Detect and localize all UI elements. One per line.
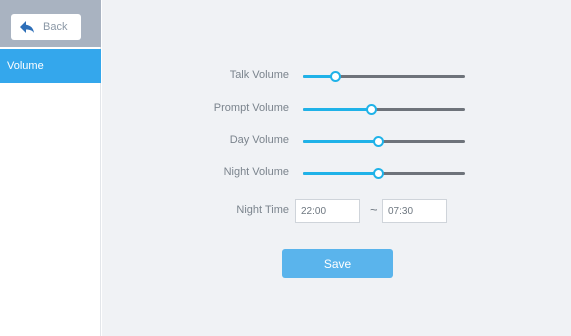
prompt-volume-slider[interactable]: [303, 104, 465, 115]
night-volume-thumb[interactable]: [372, 168, 384, 179]
day-volume-slider[interactable]: [303, 136, 465, 147]
sidebar-item-volume[interactable]: Volume: [0, 49, 101, 83]
talk-volume-label: Talk Volume: [229, 69, 289, 81]
back-button-label: Back: [43, 21, 68, 33]
day-volume-label: Day Volume: [229, 134, 289, 146]
back-arrow-icon: [19, 20, 35, 34]
day-volume-fill: [303, 140, 378, 143]
prompt-volume-label: Prompt Volume: [213, 102, 289, 114]
sidebar: Back Volume: [0, 0, 101, 336]
night-time-end-input[interactable]: [382, 199, 447, 223]
save-button[interactable]: Save: [282, 249, 393, 278]
prompt-volume-row: Prompt Volume: [102, 98, 571, 120]
night-volume-slider[interactable]: [303, 168, 465, 179]
night-time-label: Night Time: [236, 204, 289, 216]
night-time-start-input[interactable]: [295, 199, 360, 223]
sidebar-header: Back: [0, 0, 101, 47]
night-volume-label: Night Volume: [223, 166, 289, 178]
day-volume-thumb[interactable]: [372, 136, 384, 147]
talk-volume-thumb[interactable]: [330, 71, 342, 82]
night-time-separator: ~: [370, 202, 378, 217]
prompt-volume-thumb[interactable]: [366, 104, 378, 115]
night-time-row: Night Time ~: [102, 199, 571, 223]
back-button[interactable]: Back: [11, 14, 81, 40]
prompt-volume-fill: [303, 108, 372, 111]
day-volume-row: Day Volume: [102, 130, 571, 152]
night-volume-fill: [303, 172, 378, 175]
talk-volume-row: Talk Volume: [102, 65, 571, 87]
main-panel: Talk Volume Prompt Volume Day Volume Nig…: [102, 0, 571, 336]
night-volume-row: Night Volume: [102, 162, 571, 184]
talk-volume-slider[interactable]: [303, 71, 465, 82]
